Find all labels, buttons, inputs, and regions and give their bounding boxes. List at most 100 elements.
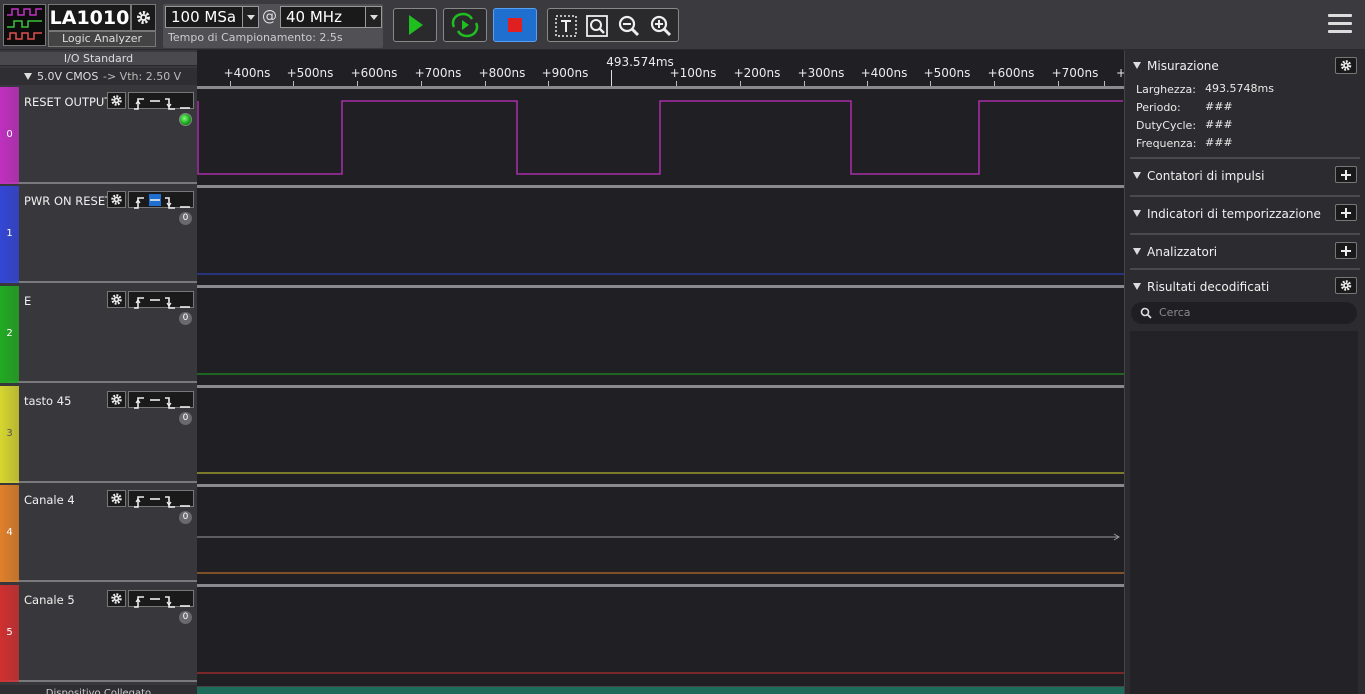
add-analyzer-plus-icon[interactable] [1335, 242, 1357, 259]
text-cursor-icon[interactable] [554, 14, 578, 38]
search-input[interactable]: Cerca [1131, 302, 1357, 324]
add-counter-plus-icon[interactable] [1335, 166, 1357, 183]
divider [1130, 233, 1360, 235]
rising-edge-icon[interactable] [133, 493, 145, 508]
hamburger-menu-icon[interactable] [1328, 14, 1352, 36]
low-level-icon[interactable] [179, 394, 191, 408]
channel-row[interactable]: 2 E 0 [0, 286, 197, 383]
start-button[interactable] [393, 8, 437, 42]
trigger-selector[interactable] [128, 92, 194, 110]
low-level-icon[interactable] [179, 95, 191, 109]
channel-separator [197, 385, 1124, 388]
repeat-start-button[interactable] [443, 8, 487, 42]
falling-edge-icon[interactable] [164, 95, 176, 110]
channel-name[interactable]: E [24, 294, 31, 308]
channel-settings-gear-icon[interactable] [107, 490, 126, 507]
misurazione-settings-gear-icon[interactable] [1335, 57, 1357, 74]
falling-edge-icon[interactable] [164, 194, 176, 209]
section-analizzatori[interactable]: Analizzatori [1133, 245, 1217, 259]
larghezza-value: 493.5748ms [1205, 82, 1274, 95]
section-risultati[interactable]: Risultati decodificati [1133, 280, 1269, 294]
io-voltage-selector[interactable]: 5.0V CMOS -> Vth: 2.50 V [0, 68, 197, 85]
channel-name[interactable]: tasto 45 [24, 394, 71, 408]
high-level-icon[interactable] [149, 95, 161, 107]
dutycycle-value: ### [1205, 118, 1233, 131]
zoom-in-icon[interactable] [649, 14, 673, 38]
channel-row[interactable]: 5 Canale 5 0 [0, 585, 197, 682]
zoom-fit-icon[interactable] [585, 14, 609, 38]
stop-button[interactable] [493, 8, 537, 42]
section-indicatori[interactable]: Indicatori di temporizzazione [1133, 207, 1321, 221]
channel-index: 0 [6, 129, 13, 140]
sample-frequency-value: 40 MHz [286, 8, 342, 26]
waveform-trace [197, 100, 1123, 175]
waveform-area[interactable]: 493.574ms +400ns +500ns +600ns +700ns +800ns… [197, 50, 1126, 694]
rising-edge-icon[interactable] [133, 95, 145, 110]
zoom-out-icon[interactable] [617, 14, 641, 38]
trigger-selector[interactable] [128, 191, 194, 209]
device-name[interactable]: LA1010 [48, 4, 131, 31]
channel-settings-gear-icon[interactable] [107, 191, 126, 208]
high-level-icon[interactable] [149, 294, 161, 306]
triangle-down-icon [1133, 62, 1141, 69]
falling-edge-icon[interactable] [164, 294, 176, 309]
sampling-panel: 100 MSa @ 40 MHz Tempo di Campionamento:… [163, 4, 383, 48]
high-level-icon[interactable] [149, 493, 161, 505]
divider [1130, 268, 1360, 270]
section-contatori[interactable]: Contatori di impulsi [1133, 169, 1264, 183]
channel-separator [197, 185, 1124, 188]
channel-index: 5 [6, 627, 13, 638]
channel-settings-gear-icon[interactable] [107, 92, 126, 109]
channel-name[interactable]: RESET OUTPUT [24, 95, 111, 109]
falling-edge-icon[interactable] [164, 394, 176, 409]
search-icon [1140, 307, 1152, 319]
sample-rate-select[interactable]: 100 MSa [165, 6, 259, 28]
low-level-icon[interactable] [179, 493, 191, 507]
trigger-selector[interactable] [128, 590, 194, 608]
dutycycle-label: DutyCycle: [1136, 119, 1197, 132]
io-standard-label: I/O Standard [0, 52, 197, 66]
trigger-selector[interactable] [128, 291, 194, 309]
device-settings-gear-icon[interactable] [131, 4, 156, 31]
channel-settings-gear-icon[interactable] [107, 391, 126, 408]
trigger-selector[interactable] [128, 391, 194, 409]
toolbar: LA1010 Logic Analyzer 100 MSa @ 40 MHz T… [0, 0, 1365, 50]
rising-edge-icon[interactable] [133, 394, 145, 409]
channel-row[interactable]: 4 Canale 4 0 [0, 485, 197, 582]
channel-name[interactable]: PWR ON RESET [24, 194, 112, 208]
section-misurazione[interactable]: Misurazione [1133, 59, 1219, 73]
channel-settings-gear-icon[interactable] [107, 291, 126, 308]
sample-frequency-select[interactable]: 40 MHz [280, 6, 382, 28]
falling-edge-icon[interactable] [164, 493, 176, 508]
channel-row[interactable]: 3 tasto 45 0 [0, 386, 197, 483]
stop-icon [508, 18, 522, 32]
rising-edge-icon[interactable] [133, 593, 145, 608]
waveform-scrollbar[interactable] [197, 686, 1124, 694]
channel-edge-counter: 0 [179, 312, 192, 325]
logic-analyzer-logo-icon [3, 4, 46, 46]
io-voltage-value: 5.0V CMOS [37, 70, 99, 83]
high-level-icon[interactable] [149, 394, 161, 406]
risultati-settings-gear-icon[interactable] [1335, 277, 1357, 294]
low-level-icon[interactable] [179, 593, 191, 607]
rising-edge-icon[interactable] [133, 294, 145, 309]
low-level-icon[interactable] [179, 294, 191, 308]
channel-active-led-icon [179, 113, 192, 126]
channel-row[interactable]: 1 PWR ON RESET 0 [0, 186, 197, 283]
section-risultati-label: Risultati decodificati [1147, 280, 1270, 294]
section-analizzatori-label: Analizzatori [1147, 245, 1218, 259]
low-level-icon[interactable] [179, 194, 191, 208]
channel-separator [197, 484, 1124, 487]
high-level-icon[interactable] [149, 593, 161, 605]
falling-edge-icon[interactable] [164, 593, 176, 608]
trigger-selector[interactable] [128, 490, 194, 508]
channel-row[interactable]: 0 RESET OUTPUT [0, 87, 197, 184]
decoded-results-list[interactable] [1130, 331, 1358, 694]
add-indicator-plus-icon[interactable] [1335, 204, 1357, 221]
channel-name[interactable]: Canale 5 [24, 593, 75, 607]
chevron-down-icon [365, 7, 381, 27]
high-level-icon[interactable] [149, 194, 161, 206]
rising-edge-icon[interactable] [133, 194, 145, 209]
channel-name[interactable]: Canale 4 [24, 493, 75, 507]
channel-settings-gear-icon[interactable] [107, 590, 126, 607]
